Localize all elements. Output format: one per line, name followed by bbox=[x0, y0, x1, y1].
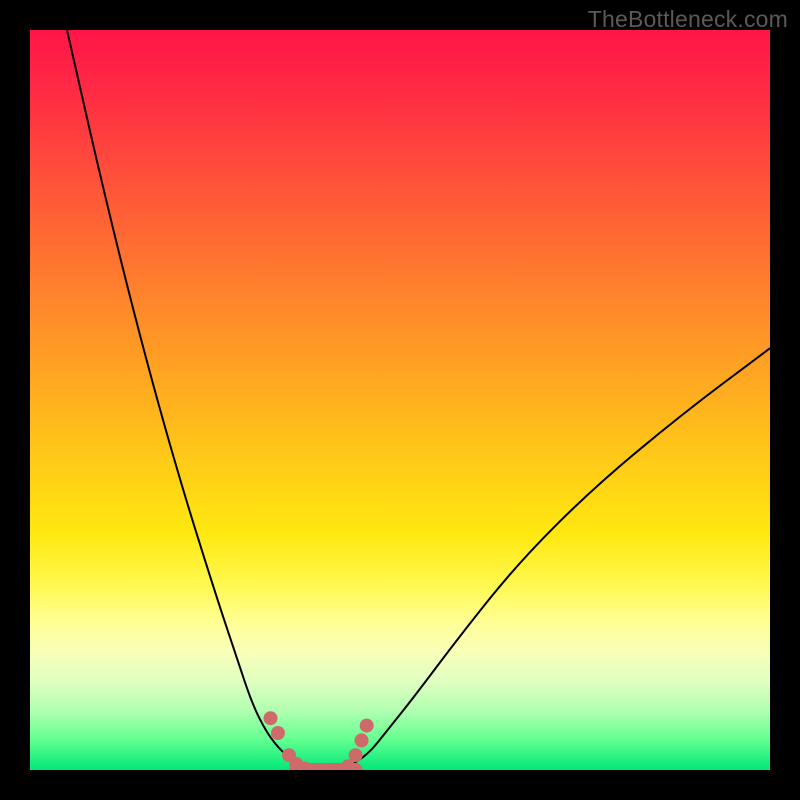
data-marker bbox=[355, 733, 369, 747]
chart-container: TheBottleneck.com bbox=[0, 0, 800, 800]
data-marker bbox=[360, 719, 374, 733]
plot-area bbox=[30, 30, 770, 770]
right-curve bbox=[341, 348, 770, 770]
left-curve bbox=[67, 30, 311, 770]
curve-group bbox=[67, 30, 770, 770]
chart-overlay bbox=[30, 30, 770, 770]
data-marker bbox=[271, 726, 285, 740]
data-marker bbox=[349, 748, 363, 762]
watermark: TheBottleneck.com bbox=[588, 6, 788, 33]
data-marker bbox=[264, 711, 278, 725]
marker-group bbox=[264, 711, 374, 770]
